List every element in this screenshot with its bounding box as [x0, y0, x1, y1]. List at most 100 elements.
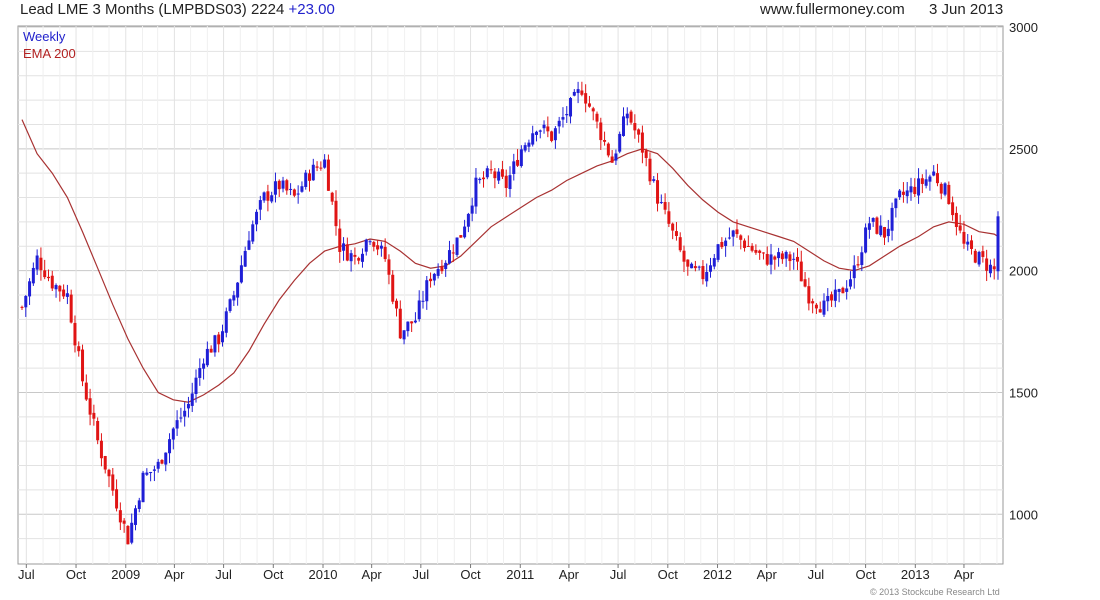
candle-body [69, 294, 73, 323]
candle-body [640, 132, 644, 153]
candle-body [992, 266, 996, 270]
candle-body [671, 223, 675, 231]
candle-body [319, 167, 323, 169]
candle-body [739, 235, 743, 240]
x-tick-label: 2009 [111, 567, 140, 582]
candle-body [497, 171, 501, 181]
candle-body [780, 253, 784, 260]
candle-body [580, 90, 584, 95]
candle-body [149, 472, 153, 474]
candle-body [833, 289, 837, 301]
x-tick-label: Jul [808, 567, 825, 582]
candle-body [599, 122, 603, 141]
candle-body [595, 113, 599, 122]
candle-body [690, 263, 694, 269]
candle-body [716, 244, 720, 260]
candle-body [77, 346, 81, 352]
candle-body [648, 158, 652, 182]
candle-body [107, 469, 111, 477]
candle-body [625, 113, 629, 119]
candle-body [550, 131, 554, 141]
candle-body [633, 123, 637, 131]
candle-body [251, 224, 255, 242]
candle-body [198, 368, 202, 378]
x-tick-label: Oct [658, 567, 679, 582]
candle-body [281, 180, 285, 189]
candle-body [88, 398, 92, 415]
candle-body [977, 251, 981, 265]
y-tick-label: 2000 [1009, 264, 1038, 279]
candle-body [988, 264, 992, 274]
candle-body [610, 156, 614, 163]
candle-body [913, 186, 917, 195]
candle-body [111, 474, 115, 491]
price-chart: 1000 1500 2000 2500 3000 Jul Oct 2009 Apr Jul Oct 2… [17, 20, 1038, 597]
candle-body [285, 180, 289, 191]
candle-body [966, 241, 970, 245]
candle-body [122, 520, 126, 524]
candle-body [686, 259, 690, 267]
candle-body [432, 273, 436, 281]
x-tick-label: Apr [362, 567, 383, 582]
candle-body [803, 279, 807, 287]
candle-body [917, 178, 921, 196]
candle-body [898, 190, 902, 198]
candle-body [799, 261, 803, 282]
candle-body [614, 153, 618, 161]
candle-body [822, 300, 826, 315]
candle-body [323, 159, 327, 168]
candle-body [830, 294, 834, 301]
x-tick-label: Jul [215, 567, 232, 582]
candle-body [171, 428, 175, 440]
candle-body [905, 190, 909, 197]
candle-body [883, 227, 887, 238]
candle-body [792, 258, 796, 260]
candle-body [133, 508, 137, 525]
candle-body [773, 256, 777, 260]
candle-body [73, 322, 77, 346]
candle-body [727, 237, 731, 239]
candle-body [981, 251, 985, 257]
x-tick-label: Oct [460, 567, 481, 582]
candle-body [266, 191, 270, 201]
candle-body [996, 216, 1000, 272]
candle-body [693, 266, 697, 269]
candle-body [746, 245, 750, 247]
candle-body [932, 171, 936, 176]
candle-body [398, 308, 402, 339]
candle-body [406, 321, 410, 332]
candle-body [629, 111, 633, 123]
legend-weekly: Weekly [23, 29, 66, 44]
candle-body [875, 217, 879, 234]
candle-body [682, 250, 686, 262]
candle-body [508, 175, 512, 189]
candle-body [667, 211, 671, 224]
candle-body [444, 262, 448, 269]
candle-body [947, 184, 951, 205]
candle-body [451, 252, 455, 254]
candle-body [353, 254, 357, 257]
legend-ema: EMA 200 [23, 46, 76, 61]
candle-body [962, 231, 966, 244]
candle-body [357, 258, 361, 261]
candle-body [395, 300, 399, 309]
candle-body [463, 226, 467, 238]
candle-body [96, 420, 100, 441]
candle-body [152, 469, 156, 471]
candle-body [720, 241, 724, 248]
candle-body [894, 198, 898, 209]
candle-body [28, 281, 32, 297]
candle-body [482, 177, 486, 180]
candle-body [591, 108, 595, 112]
x-tick-label: Oct [263, 567, 284, 582]
candle-body [970, 240, 974, 249]
candle-body [958, 225, 962, 231]
candle-body [103, 455, 107, 470]
candle-body [807, 286, 811, 304]
candle-body [814, 304, 818, 309]
candle-body [289, 188, 293, 190]
candle-body [247, 240, 251, 250]
copyright-note: © 2013 Stockcube Research Ltd [870, 587, 1000, 597]
candle-body [845, 288, 849, 292]
candle-body [126, 525, 130, 545]
